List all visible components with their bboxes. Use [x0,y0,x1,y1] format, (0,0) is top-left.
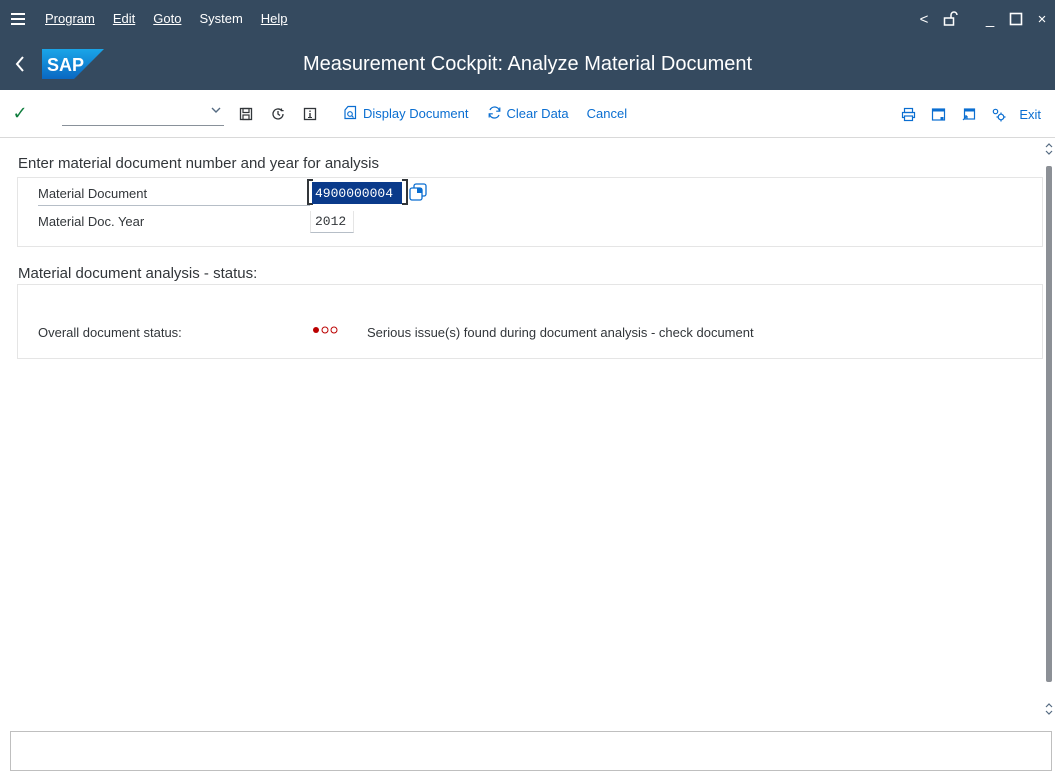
generate-shortcut-icon[interactable] [953,99,983,129]
toolbar-right-actions: Exit [893,90,1055,138]
refresh-icon [487,105,502,123]
information-icon[interactable] [294,99,326,129]
analysis-heading: Material document analysis - status: [18,265,258,282]
menu-goto[interactable]: Goto [144,0,190,38]
save-icon[interactable] [230,99,262,129]
hamburger-menu-icon[interactable] [0,0,36,38]
status-traffic-light-icon [312,325,340,338]
material-doc-year-label: Material Doc. Year [38,214,145,229]
enter-checkmark-icon[interactable]: ✓ [0,103,40,124]
chevron-down-icon[interactable] [210,104,222,119]
value-help-icon[interactable] [409,183,427,201]
menu-system[interactable]: System [190,0,251,38]
analysis-group-box: Overall document status: Serious issue(s… [17,284,1043,359]
scroll-down-icon[interactable] [1043,703,1055,717]
focus-bracket-right [402,179,408,205]
settings-gears-icon[interactable] [983,99,1013,129]
clear-data-label: Clear Data [506,106,569,121]
minimize-icon[interactable]: _ [977,0,1003,38]
sap-gui-window: Program Edit Goto System Help < _ × SAP … [0,0,1055,776]
close-icon[interactable]: × [1029,0,1055,38]
title-bar: SAP Measurement Cockpit: Analyze Materia… [0,38,1055,90]
new-session-icon[interactable] [923,99,953,129]
selection-group-box: Material Document 4900000004 Material Do… [17,177,1043,247]
window-controls: < _ × [911,0,1055,38]
menu-bar: Program Edit Goto System Help < _ × [0,0,1055,38]
material-document-row: Material Document [38,183,1038,206]
scrollbar-thumb[interactable] [1046,166,1052,682]
menu-edit[interactable]: Edit [104,0,144,38]
menu-program[interactable]: Program [36,0,104,38]
unlock-icon[interactable] [937,0,963,38]
history-clock-icon[interactable] [262,99,294,129]
previous-window-icon[interactable]: < [911,0,937,38]
status-message: Serious issue(s) found during document a… [367,325,754,340]
back-icon[interactable] [0,38,40,90]
material-document-input[interactable]: 4900000004 [312,182,402,204]
clear-data-button[interactable]: Clear Data [478,99,578,129]
application-toolbar: ✓ Display Document Clear Data Cancel Exi… [0,90,1055,138]
maximize-icon[interactable] [1003,0,1029,38]
material-doc-year-input[interactable]: 2012 [310,211,354,233]
material-doc-year-row: Material Doc. Year [38,211,1038,233]
page-title: Measurement Cockpit: Analyze Material Do… [302,53,753,75]
svg-text:SAP: SAP [47,55,84,75]
main-content: Enter material document number and year … [0,139,1043,724]
cancel-button[interactable]: Cancel [578,99,636,129]
command-field[interactable] [62,102,224,126]
exit-button[interactable]: Exit [1013,99,1055,129]
selection-heading: Enter material document number and year … [18,155,380,172]
vertical-scrollbar[interactable] [1043,139,1055,724]
overall-status-label: Overall document status: [38,325,182,340]
menu-help[interactable]: Help [252,0,297,38]
status-bar [10,731,1052,771]
material-document-label: Material Document [38,183,310,206]
display-document-icon [343,105,358,123]
display-document-button[interactable]: Display Document [334,99,478,129]
print-icon[interactable] [893,99,923,129]
scroll-up-icon[interactable] [1043,143,1055,157]
sap-logo: SAP [42,49,104,79]
display-document-label: Display Document [363,106,469,121]
